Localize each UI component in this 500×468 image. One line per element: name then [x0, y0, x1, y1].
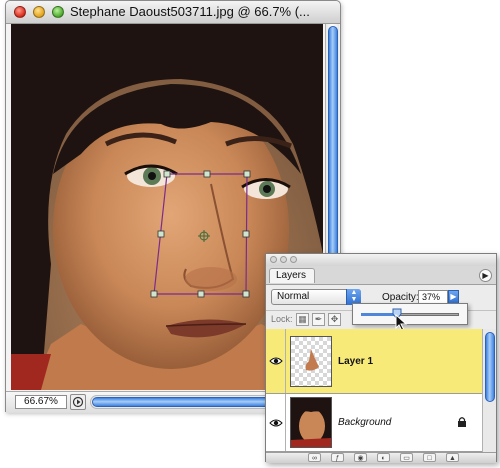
title-bar[interactable]: Stephane Daoust503711.jpg @ 66.7% (...: [6, 1, 340, 24]
close-icon[interactable]: [270, 256, 277, 263]
background-thumbnail: [290, 397, 332, 448]
eye-icon: [269, 357, 283, 365]
opacity-input[interactable]: 37%: [418, 290, 448, 304]
zoom-icon[interactable]: [290, 256, 297, 263]
layer-name[interactable]: Layer 1: [338, 356, 373, 367]
zoom-icon[interactable]: [52, 6, 64, 18]
layers-scroll-thumb[interactable]: [485, 332, 495, 402]
layers-palette: Layers ▶ Normal ▲ ▼ Opacity: 37% ▶ Lock: …: [265, 253, 497, 463]
status-arrow-icon: [72, 396, 84, 408]
palette-menu-icon[interactable]: ▶: [479, 269, 492, 282]
layer-mask-icon[interactable]: ◉: [354, 453, 367, 462]
layer-name[interactable]: Background: [338, 417, 391, 428]
palette-footer: ∞ ƒ ◉ ◐ ▭ □ ▲: [266, 452, 496, 463]
layer-row-layer-1[interactable]: Layer 1: [266, 329, 482, 394]
eye-icon: [269, 419, 283, 427]
portrait-thumbnail: [291, 398, 331, 447]
new-group-icon[interactable]: ▭: [400, 453, 413, 462]
tab-layers[interactable]: Layers: [269, 268, 315, 283]
lock-icon: [458, 417, 466, 427]
layer-1-thumbnail: [290, 336, 332, 387]
blend-mode-value: Normal: [277, 291, 310, 302]
layer-style-icon[interactable]: ƒ: [331, 453, 344, 462]
visibility-toggle[interactable]: [266, 394, 286, 451]
layers-scrollbar[interactable]: [482, 329, 496, 452]
link-icon[interactable]: ∞: [308, 453, 321, 462]
minimize-icon[interactable]: [280, 256, 287, 263]
layer-row-background[interactable]: Background: [266, 394, 482, 452]
nose-patch-thumbnail: [305, 349, 319, 371]
minimize-icon[interactable]: [33, 6, 45, 18]
blend-mode-select[interactable]: Normal ▲ ▼: [271, 289, 361, 305]
adjustment-layer-icon[interactable]: ◐: [377, 453, 390, 462]
document-title: Stephane Daoust503711.jpg @ 66.7% (...: [70, 4, 310, 19]
close-icon[interactable]: [14, 6, 26, 18]
new-layer-icon[interactable]: □: [423, 453, 436, 462]
lock-image-icon[interactable]: ✒: [312, 313, 325, 326]
opacity-slider-popup[interactable]: [352, 303, 468, 325]
visibility-toggle[interactable]: [266, 329, 286, 393]
trash-icon[interactable]: ▲: [446, 453, 459, 462]
opacity-slider-toggle-icon[interactable]: ▶: [448, 290, 459, 304]
lock-transparency-icon[interactable]: ▦: [296, 313, 309, 326]
palette-tab-row: Layers ▶: [266, 266, 496, 285]
opacity-label: Opacity:: [382, 292, 419, 303]
status-info-button[interactable]: [70, 394, 86, 410]
lock-label: Lock:: [271, 314, 293, 324]
lock-position-icon[interactable]: ✥: [328, 313, 341, 326]
zoom-level-field[interactable]: 66.67%: [15, 395, 67, 409]
